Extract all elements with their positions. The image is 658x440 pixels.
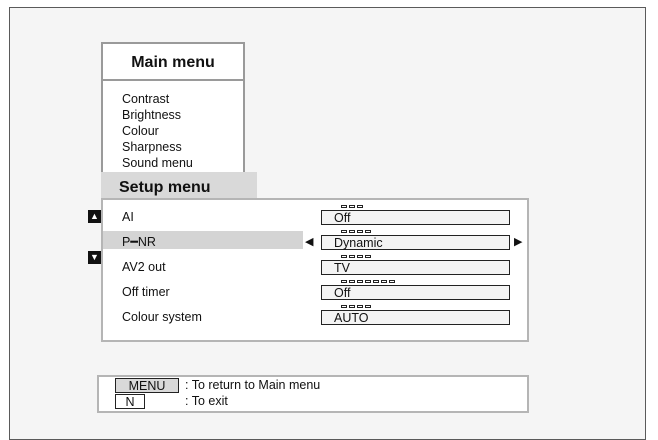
scroll-up-icon[interactable]: ▲ <box>88 210 101 223</box>
main-menu-item-sharpness[interactable]: Sharpness <box>122 139 242 155</box>
setup-row-label: AI <box>122 210 134 224</box>
setup-row-colour-system[interactable]: Colour system AUTO <box>103 305 527 328</box>
setup-row-label: Off timer <box>122 285 170 299</box>
main-menu-item-contrast[interactable]: Contrast <box>122 91 242 107</box>
right-arrow-icon[interactable]: ▶ <box>514 236 522 248</box>
setup-row-av2-out[interactable]: AV2 out TV <box>103 255 527 278</box>
setup-row-pnr[interactable]: P━NR ◀ Dynamic ▶ <box>103 230 527 253</box>
left-arrow-icon[interactable]: ◀ <box>305 236 313 248</box>
value-indicator-dots <box>341 230 371 234</box>
setup-menu-title: Setup menu <box>101 172 257 200</box>
help-panel: MENU : To return to Main menu N : To exi… <box>97 375 529 413</box>
exit-key[interactable]: N <box>115 394 145 409</box>
main-menu-panel: Main menu Contrast Brightness Colour Sha… <box>101 42 245 174</box>
setup-row-value[interactable]: Off <box>321 285 510 300</box>
main-menu-title: Main menu <box>103 44 243 81</box>
setup-row-label: AV2 out <box>122 260 166 274</box>
value-indicator-dots <box>341 205 363 209</box>
setup-row-value[interactable]: AUTO <box>321 310 510 325</box>
value-indicator-dots <box>341 255 371 259</box>
exit-key-description: : To exit <box>185 394 228 408</box>
main-menu-item-brightness[interactable]: Brightness <box>122 107 242 123</box>
main-menu-list: Contrast Brightness Colour Sharpness Sou… <box>122 91 242 171</box>
main-menu-item-sound-menu[interactable]: Sound menu <box>122 155 242 171</box>
setup-row-value[interactable]: TV <box>321 260 510 275</box>
setup-row-off-timer[interactable]: Off timer Off <box>103 280 527 303</box>
value-indicator-dots <box>341 305 371 309</box>
scroll-down-icon[interactable]: ▼ <box>88 251 101 264</box>
setup-row-label: P━NR <box>122 235 156 249</box>
setup-menu-panel: AI Off P━NR ◀ Dynamic ▶ AV2 out TV Off t… <box>101 198 529 342</box>
setup-row-ai[interactable]: AI Off <box>103 205 527 228</box>
setup-row-value[interactable]: Dynamic <box>321 235 510 250</box>
menu-key[interactable]: MENU <box>115 378 179 393</box>
setup-row-label: Colour system <box>122 310 202 324</box>
value-indicator-dots <box>341 280 395 284</box>
menu-key-description: : To return to Main menu <box>185 378 321 392</box>
main-menu-item-colour[interactable]: Colour <box>122 123 242 139</box>
setup-row-value[interactable]: Off <box>321 210 510 225</box>
